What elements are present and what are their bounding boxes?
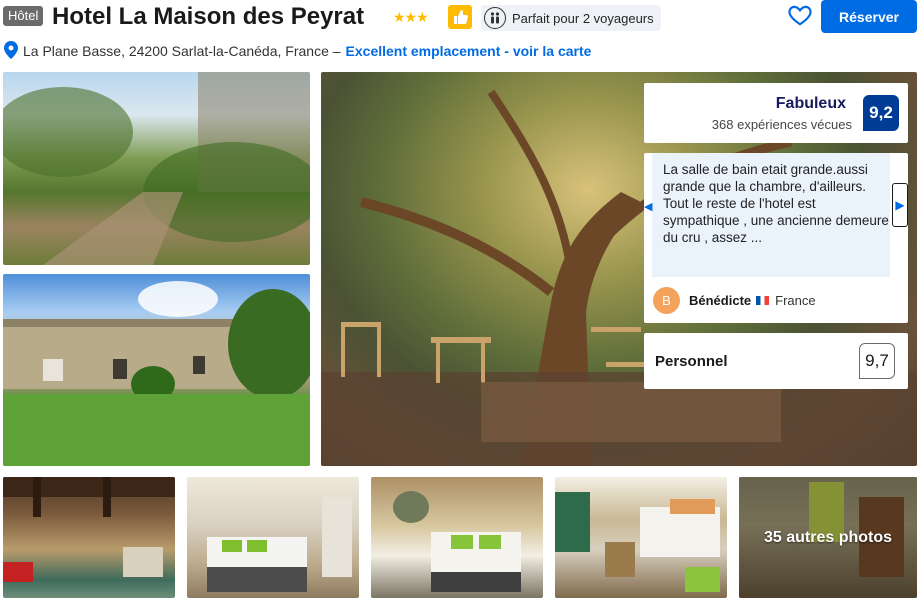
- rating-score-badge: 9,2: [863, 95, 899, 131]
- staff-score-badge: 9,7: [859, 343, 895, 379]
- more-photos-overlay[interactable]: 35 autres photos: [739, 477, 917, 598]
- traveller-fit-label: Parfait pour 2 voyageurs: [512, 10, 654, 26]
- rating-summary[interactable]: Fabuleux 368 expériences vécues 9,2: [644, 83, 908, 143]
- photo-garden[interactable]: [3, 72, 310, 265]
- chevron-right-icon[interactable]: ▶: [892, 183, 908, 227]
- rating-word: Fabuleux: [775, 95, 846, 112]
- address-line: La Plane Basse, 24200 Sarlat-la-Canéda, …: [4, 40, 591, 62]
- traveller-fit-pill: Parfait pour 2 voyageurs: [481, 5, 661, 31]
- map-pin-icon: [4, 40, 18, 62]
- thumbs-up-icon: [448, 5, 472, 29]
- reviewer-name: Bénédicte: [689, 293, 752, 308]
- chevron-left-icon[interactable]: ◀: [644, 193, 654, 219]
- photo-bedroom-1[interactable]: [187, 477, 359, 598]
- review-text: La salle de bain etait grande.aussi gran…: [652, 153, 890, 277]
- reserve-button[interactable]: Réserver: [821, 0, 917, 33]
- photo-house-exterior[interactable]: [3, 274, 310, 466]
- france-flag-icon: [756, 296, 770, 305]
- address-text: La Plane Basse, 24200 Sarlat-la-Canéda, …: [23, 43, 341, 59]
- review-count: 368 expériences vécues: [711, 117, 852, 132]
- avatar: B: [653, 287, 680, 314]
- map-link[interactable]: Excellent emplacement - voir la carte: [346, 43, 592, 59]
- staff-label: Personnel: [655, 353, 728, 370]
- guest-review-card: La salle de bain etait grande.aussi gran…: [644, 153, 908, 323]
- property-header: Hôtel Hotel La Maison des Peyrat ★★★ Par…: [0, 0, 917, 40]
- heart-icon[interactable]: [787, 2, 813, 28]
- photo-living-room[interactable]: [3, 477, 175, 598]
- photo-bedroom-2[interactable]: [371, 477, 543, 598]
- reviewer-country: France: [775, 293, 816, 308]
- reviewer-info: B Bénédicte France: [653, 287, 816, 314]
- photo-bedroom-3[interactable]: [555, 477, 727, 598]
- star-rating: ★★★: [393, 9, 429, 25]
- property-type-badge: Hôtel: [3, 6, 44, 26]
- hotel-title: Hotel La Maison des Peyrat: [52, 3, 365, 30]
- travellers-icon: [484, 7, 506, 29]
- staff-score-card: Personnel 9,7: [644, 333, 908, 389]
